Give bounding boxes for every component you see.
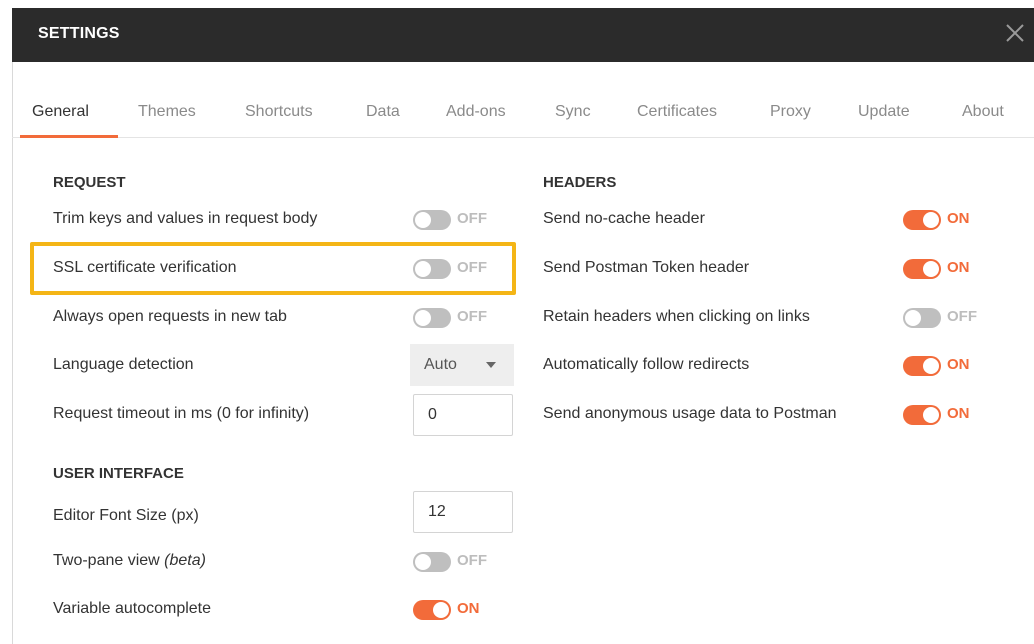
language-detection-select[interactable]: Auto [410,344,514,386]
tab-proxy[interactable]: Proxy [770,103,811,121]
postman-token-label: Send Postman Token header [543,259,750,276]
language-detection-value: Auto [424,356,457,373]
toggle-state: OFF [457,210,487,227]
follow-redirects-label: Automatically follow redirects [543,356,750,373]
chevron-down-icon [486,362,496,368]
font-size-label: Editor Font Size (px) [53,507,199,524]
tab-shortcuts[interactable]: Shortcuts [245,103,313,121]
tab-certificates[interactable]: Certificates [637,103,717,121]
tab-sync[interactable]: Sync [555,103,591,121]
tab-themes[interactable]: Themes [138,103,196,121]
toggle-state: OFF [457,552,487,569]
toggle-knob [905,310,921,326]
toggle-state: OFF [457,308,487,325]
tab-about[interactable]: About [962,103,1004,121]
toggle-state: ON [947,356,970,373]
two-pane-label-text: Two-pane view [53,552,165,569]
font-size-input[interactable] [413,491,513,533]
trim-keys-label: Trim keys and values in request body [53,210,318,227]
autocomplete-label: Variable autocomplete [53,600,212,617]
two-pane-label: Two-pane view (beta) [53,552,206,570]
toggle-knob [415,310,431,326]
timeout-label: Request timeout in ms (0 for infinity) [53,405,310,422]
toggle-knob [433,602,449,618]
tab-data[interactable]: Data [366,103,400,121]
toggle-knob [415,212,431,228]
toggle-state: ON [947,210,970,227]
headers-section-title: HEADERS [543,174,617,191]
toggle-knob [415,554,431,570]
usage-data-label: Send anonymous usage data to Postman [543,405,837,422]
toggle-knob [923,212,939,228]
toggle-state: ON [457,600,480,617]
settings-titlebar: SETTINGS [12,8,1034,62]
tab-general[interactable]: General [32,103,89,121]
beta-tag: (beta) [164,552,206,569]
open-new-tab-label: Always open requests in new tab [53,308,287,325]
timeout-input[interactable] [413,394,513,436]
ssl-row-highlight [30,242,516,295]
toggle-state: OFF [947,308,977,325]
retain-headers-label: Retain headers when clicking on links [543,308,810,325]
toggle-knob [923,358,939,374]
language-detection-label: Language detection [53,356,194,373]
tab-add-ons[interactable]: Add-ons [446,103,506,121]
tab-update[interactable]: Update [858,103,910,121]
toggle-state: ON [947,405,970,422]
user-interface-section-title: USER INTERFACE [53,465,184,482]
active-tab-indicator [20,135,118,138]
toggle-knob [923,407,939,423]
request-section-title: REQUEST [53,174,126,191]
toggle-knob [923,261,939,277]
settings-tabs: General Themes Shortcuts Data Add-ons Sy… [12,88,1034,138]
toggle-state: ON [947,259,970,276]
no-cache-label: Send no-cache header [543,210,705,227]
window-title: SETTINGS [38,25,120,42]
close-icon[interactable] [1002,20,1028,46]
